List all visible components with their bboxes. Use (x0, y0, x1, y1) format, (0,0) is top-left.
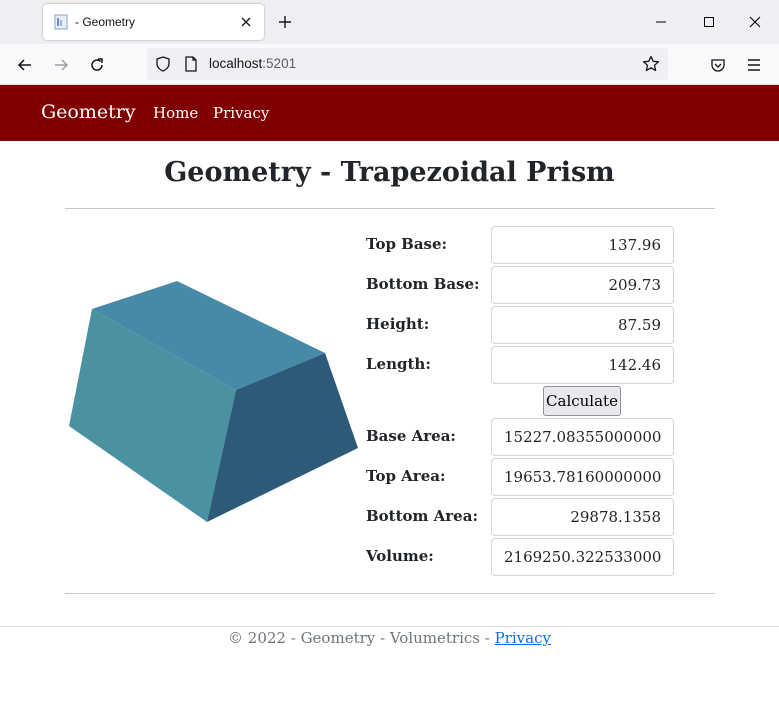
minimize-icon[interactable] (638, 6, 684, 38)
browser-tab[interactable]: - Geometry (43, 4, 264, 40)
length-label: Length: (366, 355, 431, 373)
base-area-output[interactable] (491, 418, 674, 456)
brand-link[interactable]: Geometry (41, 101, 136, 123)
url-port: :5201 (262, 56, 297, 71)
height-input[interactable] (491, 306, 674, 344)
bottom-base-input[interactable] (491, 266, 674, 304)
tab-title: - Geometry (75, 15, 136, 29)
site-navbar: Geometry Home Privacy (0, 85, 779, 141)
top-area-label: Top Area: (366, 467, 446, 485)
footer-border (0, 626, 779, 627)
browser-toolbar: localhost:5201 (0, 44, 779, 85)
url-text[interactable]: localhost:5201 (209, 56, 296, 71)
nav-privacy-link[interactable]: Privacy (213, 104, 269, 122)
top-base-label: Top Base: (366, 235, 448, 253)
top-divider (65, 208, 715, 209)
pocket-icon[interactable] (703, 50, 733, 80)
height-label: Height: (366, 315, 430, 333)
length-input[interactable] (491, 346, 674, 384)
trapezoidal-prism-illustration (69, 281, 358, 522)
url-host: localhost (209, 56, 263, 71)
bottom-area-label: Bottom Area: (366, 507, 478, 525)
close-window-icon[interactable] (732, 6, 778, 38)
bottom-base-label: Bottom Base: (366, 275, 480, 293)
base-area-label: Base Area: (366, 427, 456, 445)
forward-icon[interactable] (46, 50, 76, 80)
browser-tab-bar: - Geometry (0, 0, 779, 44)
bottom-divider (65, 593, 715, 594)
footer: © 2022 - Geometry - Volumetrics - Privac… (0, 629, 779, 647)
address-bar[interactable]: localhost:5201 (147, 48, 668, 80)
footer-privacy-link[interactable]: Privacy (495, 629, 551, 647)
top-area-output[interactable] (491, 458, 674, 496)
volume-output[interactable] (491, 538, 674, 576)
calculate-button[interactable]: Calculate (543, 386, 621, 416)
maximize-icon[interactable] (686, 6, 732, 38)
shield-icon[interactable] (155, 56, 171, 72)
back-icon[interactable] (10, 50, 40, 80)
page-icon (54, 14, 68, 30)
bottom-area-output[interactable] (491, 498, 674, 536)
page-info-icon[interactable] (183, 56, 199, 72)
reload-icon[interactable] (82, 50, 112, 80)
volume-label: Volume: (366, 547, 434, 565)
menu-icon[interactable] (739, 50, 769, 80)
close-tab-icon[interactable] (234, 10, 258, 34)
footer-text: © 2022 - Geometry - Volumetrics - (228, 629, 495, 647)
top-base-input[interactable] (491, 226, 674, 264)
nav-home-link[interactable]: Home (153, 104, 198, 122)
new-tab-icon[interactable] (273, 10, 297, 34)
page-title: Geometry - Trapezoidal Prism (164, 157, 615, 188)
bookmark-star-icon[interactable] (642, 55, 660, 73)
